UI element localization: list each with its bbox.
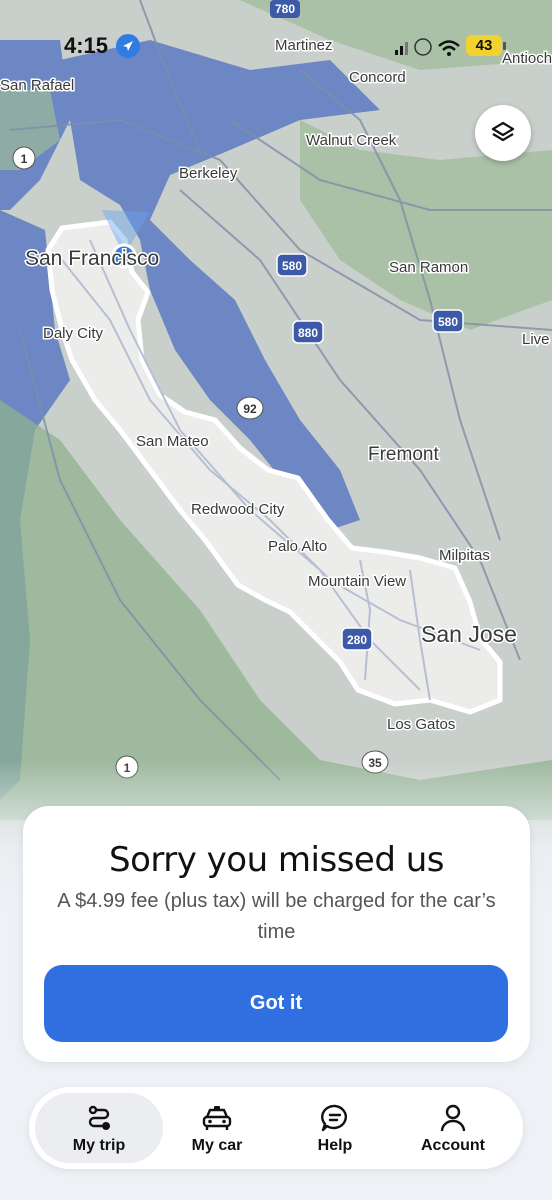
got-it-button[interactable]: Got it — [44, 965, 508, 1042]
dialog-message: A $4.99 fee (plus tax) will be charged f… — [57, 890, 496, 943]
map-layers-button[interactable] — [475, 105, 531, 161]
nav-label-account: Account — [421, 1137, 485, 1154]
shield-580-east: 580 — [438, 315, 458, 329]
nav-help[interactable]: Help — [271, 1093, 399, 1163]
nav-my-trip[interactable]: My trip — [35, 1093, 163, 1163]
label-berkeley: Berkeley — [179, 165, 238, 182]
dialog-title: Sorry you missed us — [108, 840, 445, 880]
label-palo-alto: Palo Alto — [268, 538, 327, 555]
bottom-nav: My trip My car Help Account — [29, 1087, 523, 1169]
nav-label-my-trip: My trip — [72, 1137, 126, 1154]
chat-bubble-icon — [321, 1104, 347, 1132]
signal-wifi-icon — [395, 38, 460, 56]
label-los-gatos: Los Gatos — [387, 716, 455, 733]
nav-label-my-car: My car — [191, 1137, 243, 1154]
label-san-ramon: San Ramon — [389, 259, 468, 276]
label-fremont: Fremont — [368, 444, 439, 465]
label-walnut-creek: Walnut Creek — [306, 132, 397, 149]
location-arrow-icon — [116, 34, 140, 58]
layers-icon — [491, 121, 515, 142]
label-redwood-city: Redwood City — [191, 501, 285, 518]
battery-indicator: 43 — [466, 35, 502, 56]
route-icon — [88, 1105, 110, 1130]
nav-account[interactable]: Account — [389, 1093, 517, 1163]
car-icon — [202, 1106, 232, 1130]
nav-label-help: Help — [317, 1137, 353, 1154]
person-icon — [440, 1104, 466, 1132]
label-milpitas: Milpitas — [439, 547, 490, 564]
shield-880: 880 — [298, 326, 318, 340]
missed-trip-dialog: Sorry you missed us A $4.99 fee (plus ta… — [23, 806, 530, 1062]
status-bar: 4:15 43 — [0, 0, 552, 90]
label-san-mateo: San Mateo — [136, 433, 209, 450]
shield-1-north: 1 — [21, 152, 28, 166]
label-san-jose: San Jose — [421, 621, 517, 647]
shield-280: 280 — [347, 633, 367, 647]
clock: 4:15 — [64, 33, 109, 58]
label-mountain-view: Mountain View — [308, 573, 406, 590]
nav-my-car[interactable]: My car — [153, 1093, 281, 1163]
label-san-francisco: San Francisco — [25, 247, 159, 270]
shield-580-north: 580 — [282, 259, 302, 273]
shield-92: 92 — [243, 402, 257, 416]
label-daly-city: Daly City — [43, 325, 104, 342]
battery-cap — [503, 42, 506, 50]
label-livermore: Live — [522, 331, 550, 348]
